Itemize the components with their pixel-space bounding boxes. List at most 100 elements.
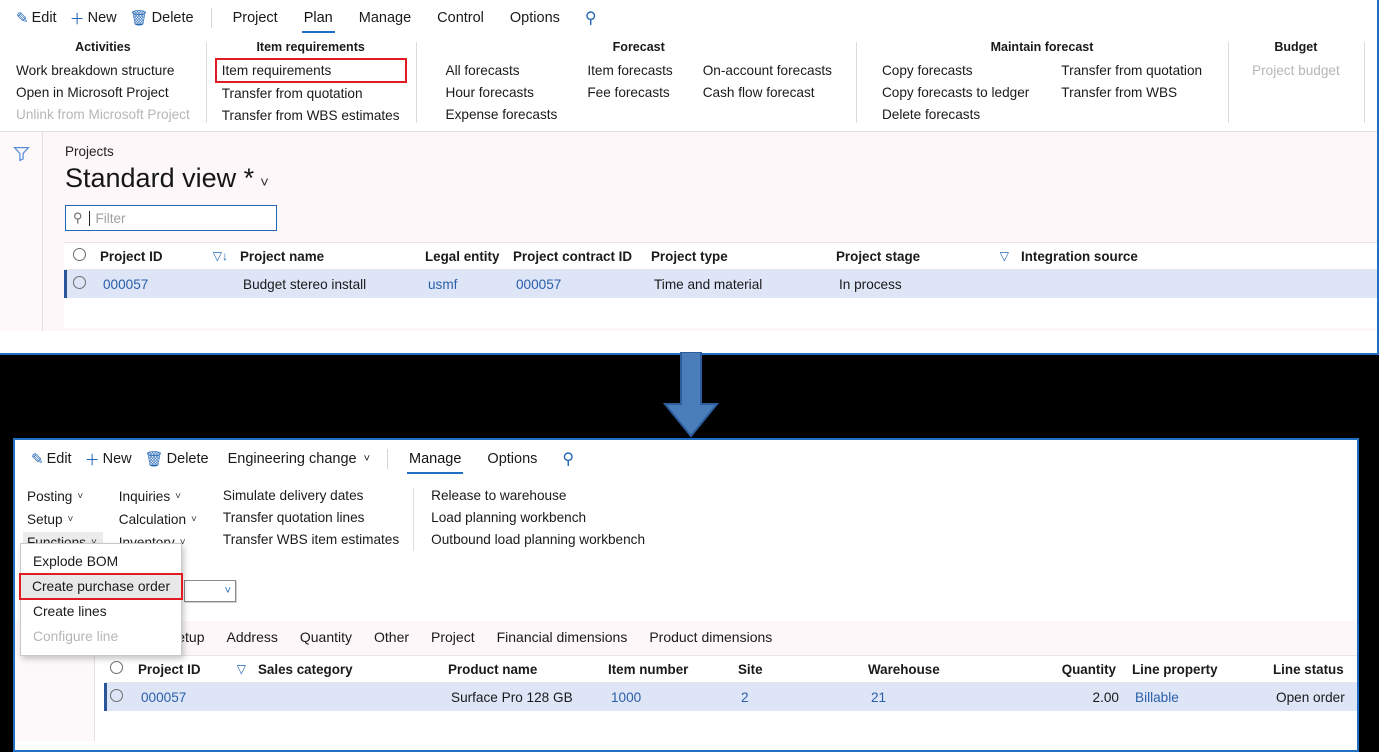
select-all-radio[interactable] <box>104 661 132 677</box>
bottom-tab-strip: Manage Options <box>396 448 550 474</box>
ribbon-item-transfer-quotation-lines[interactable]: Transfer quotation lines <box>221 508 401 527</box>
col-site[interactable]: Site <box>732 662 862 677</box>
ribbon-item-work-breakdown-structure[interactable]: Work breakdown structure <box>14 61 192 80</box>
cell-site[interactable]: 2 <box>735 690 865 705</box>
top-tab-strip: Project Plan Manage Control Options <box>220 7 573 33</box>
cell-project-contract-id[interactable]: 000057 <box>510 277 648 292</box>
col-line-status[interactable]: Line status <box>1267 662 1357 677</box>
ribbon-item-transfer-wbs-item-estimates[interactable]: Transfer WBS item estimates <box>221 530 401 549</box>
col-item-number[interactable]: Item number <box>602 662 732 677</box>
ribbon-item-transfer-from-wbs-estimates[interactable]: Transfer from WBS estimates <box>220 106 402 125</box>
menu-item-create-lines[interactable]: Create lines <box>21 599 181 624</box>
menu-button-posting[interactable]: Posting ˅ <box>23 486 89 507</box>
row-radio[interactable] <box>107 689 135 705</box>
ribbon-item-open-in-microsoft-project[interactable]: Open in Microsoft Project <box>14 83 192 102</box>
cell-item-number[interactable]: 1000 <box>605 690 735 705</box>
delete-button-bottom[interactable]: 🗑 Delete <box>141 448 218 470</box>
ribbon-item-release-to-warehouse[interactable]: Release to warehouse <box>429 486 647 505</box>
ribbon-item-transfer-from-wbs[interactable]: Transfer from WBS <box>1059 83 1204 102</box>
ribbon-item-hour-forecasts[interactable]: Hour forecasts <box>444 83 560 102</box>
ribbon-item-copy-forecasts-to-ledger[interactable]: Copy forecasts to ledger <box>880 83 1031 102</box>
tab-product-dimensions[interactable]: Product dimensions <box>649 629 772 645</box>
ribbon-item-on-account-forecasts[interactable]: On-account forecasts <box>701 61 834 80</box>
tab-address[interactable]: Address <box>227 629 278 645</box>
ribbon-item-item-forecasts[interactable]: Item forecasts <box>585 61 674 80</box>
projects-grid: Project ID ▽↓ Project name Legal entity … <box>64 242 1377 328</box>
col-sales-category[interactable]: Sales category <box>252 662 442 677</box>
cell-line-property[interactable]: Billable <box>1125 690 1270 705</box>
ribbon-item-load-planning-workbench[interactable]: Load planning workbench <box>429 508 647 527</box>
sort-filter-icon[interactable]: ▽↓ <box>213 249 228 263</box>
cell-legal-entity[interactable]: usmf <box>422 277 510 292</box>
search-icon[interactable]: ⚲ <box>585 8 597 28</box>
menu-button-inquiries[interactable]: Inquiries ˅ <box>115 486 187 507</box>
ribbon-item-cash-flow-forecast[interactable]: Cash flow forecast <box>701 83 834 102</box>
menu-item-explode-bom[interactable]: Explode BOM <box>21 549 181 574</box>
tab-quantity[interactable]: Quantity <box>300 629 352 645</box>
table-row[interactable]: 000057 Surface Pro 128 GB 1000 2 21 2.00… <box>104 683 1357 711</box>
col-warehouse[interactable]: Warehouse <box>862 662 1022 677</box>
tab-manage-label: Manage <box>358 9 412 26</box>
tab-options-bottom[interactable]: Options <box>474 448 550 471</box>
ribbon-item-delete-forecasts[interactable]: Delete forecasts <box>880 105 1031 124</box>
cell-project-id[interactable]: 000057 <box>97 277 237 292</box>
menu-item-create-purchase-order[interactable]: Create purchase order <box>19 573 183 600</box>
chevron-down-icon[interactable]: ˅ <box>260 174 269 191</box>
cell-project-id-b[interactable]: 000057 <box>135 690 255 705</box>
ribbon-item-fee-forecasts[interactable]: Fee forecasts <box>585 83 674 102</box>
ribbon-item-expense-forecasts[interactable]: Expense forecasts <box>444 105 560 124</box>
new-button[interactable]: ＋ New <box>66 6 126 31</box>
ribbon-item-copy-forecasts[interactable]: Copy forecasts <box>880 61 1031 80</box>
ribbon-group-activities: Activities Work breakdown structure Open… <box>0 40 206 125</box>
select-all-radio[interactable] <box>64 248 94 264</box>
col-legal-entity[interactable]: Legal entity <box>419 249 507 264</box>
command-separator <box>210 8 212 28</box>
col-integration-source[interactable]: Integration source <box>1015 249 1215 264</box>
filter-placeholder: Filter <box>95 210 126 226</box>
tab-plan[interactable]: Plan <box>291 7 346 33</box>
tab-financial-dimensions[interactable]: Financial dimensions <box>497 629 628 645</box>
page-caption: Projects <box>65 144 114 159</box>
delete-button[interactable]: 🗑 Delete <box>126 7 203 29</box>
col-quantity[interactable]: Quantity <box>1022 662 1122 677</box>
menu-button-calculation[interactable]: Calculation ˅ <box>115 509 203 530</box>
filter-input[interactable]: ⚲ Filter <box>65 205 277 231</box>
tab-manage[interactable]: Manage <box>346 7 424 30</box>
tab-manage-bottom[interactable]: Manage <box>396 448 474 474</box>
view-selector-combobox[interactable]: ˅ <box>184 580 236 602</box>
col-project-type[interactable]: Project type <box>645 249 830 264</box>
table-row[interactable]: 000057 Budget stereo install usmf 000057… <box>64 270 1377 298</box>
ribbon-item-transfer-from-quotation-2[interactable]: Transfer from quotation <box>1059 61 1204 80</box>
filter-icon[interactable]: ▽ <box>237 662 246 676</box>
col-product-name[interactable]: Product name <box>442 662 602 677</box>
tab-project[interactable]: Project <box>220 7 291 30</box>
cell-quantity: 2.00 <box>1092 689 1119 705</box>
col-project-contract-id[interactable]: Project contract ID <box>507 249 645 264</box>
tab-options[interactable]: Options <box>497 7 573 30</box>
ribbon-item-item-requirements[interactable]: Item requirements <box>214 58 407 83</box>
col-project-name[interactable]: Project name <box>234 249 419 264</box>
ribbon-item-outbound-load-planning-workbench[interactable]: Outbound load planning workbench <box>429 530 647 549</box>
filter-pane-gutter[interactable] <box>0 131 43 331</box>
menu-button-setup[interactable]: Setup ˅ <box>23 509 79 530</box>
edit-button-bottom[interactable]: ✎ Edit <box>27 448 81 470</box>
filter-icon[interactable]: ▽ <box>1000 249 1009 263</box>
ribbon-item-simulate-delivery-dates[interactable]: Simulate delivery dates <box>221 486 401 505</box>
col-project-id-b[interactable]: Project ID ▽ <box>132 662 252 677</box>
col-line-property[interactable]: Line property <box>1122 662 1267 677</box>
col-project-id[interactable]: Project ID ▽↓ <box>94 249 234 264</box>
row-radio[interactable] <box>67 276 97 292</box>
engineering-change-button[interactable]: Engineering change ˅ <box>224 449 379 469</box>
col-project-stage[interactable]: Project stage ▽ <box>830 249 1015 264</box>
view-title[interactable]: Standard view * ˅ <box>65 163 1377 194</box>
tab-control[interactable]: Control <box>424 7 497 30</box>
tab-other[interactable]: Other <box>374 629 409 645</box>
tab-project-detail[interactable]: Project <box>431 629 475 645</box>
ribbon-item-transfer-from-quotation[interactable]: Transfer from quotation <box>220 84 402 103</box>
edit-button[interactable]: ✎ Edit <box>12 7 66 29</box>
ribbon-item-all-forecasts[interactable]: All forecasts <box>444 61 560 80</box>
ribbon-item-unlink-from-microsoft-project: Unlink from Microsoft Project <box>16 107 190 122</box>
search-icon[interactable]: ⚲ <box>562 449 574 469</box>
cell-warehouse[interactable]: 21 <box>865 690 1025 705</box>
new-button-bottom[interactable]: ＋ New <box>81 447 141 472</box>
